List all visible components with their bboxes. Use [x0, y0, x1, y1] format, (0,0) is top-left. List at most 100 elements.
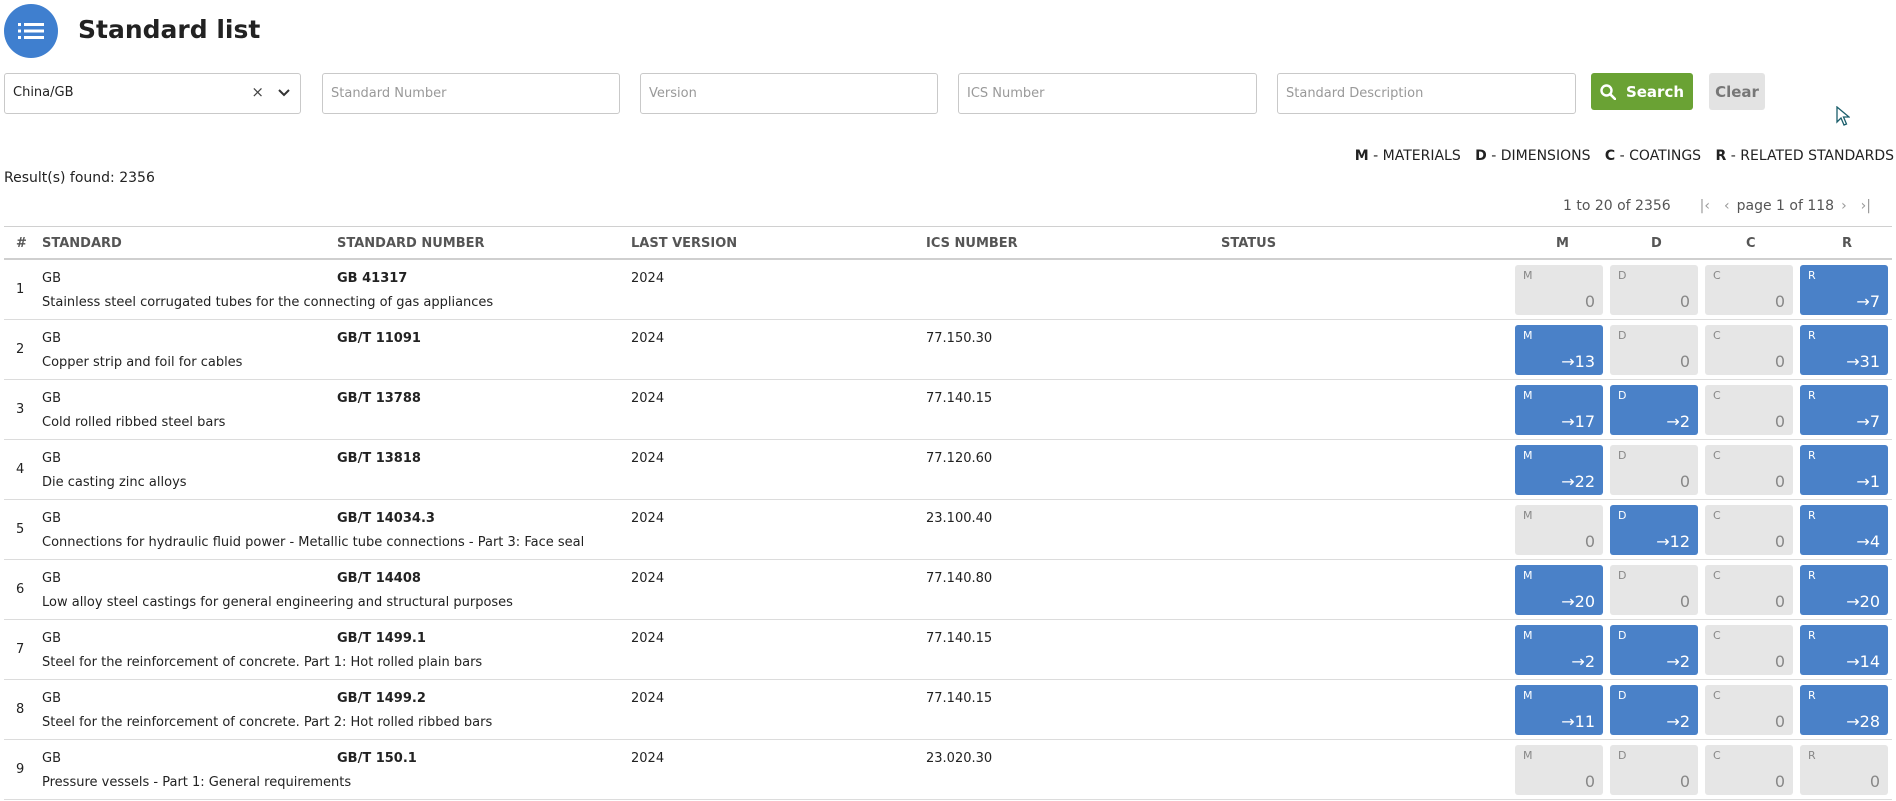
- menu-button[interactable]: [4, 4, 58, 58]
- ics-number-field[interactable]: [958, 73, 1257, 114]
- row-standard-number[interactable]: GB 41317: [337, 271, 407, 286]
- standard-number-field[interactable]: [322, 73, 620, 114]
- count-box-letter: M: [1523, 329, 1533, 342]
- country-select[interactable]: China/GB ×: [4, 73, 301, 114]
- count-box-r: R0: [1800, 745, 1888, 795]
- count-box-m[interactable]: M →20: [1515, 565, 1603, 615]
- legend-d-text: - DIMENSIONS: [1491, 148, 1591, 164]
- row-index: 3: [16, 402, 25, 417]
- row-last-version: 2024: [631, 691, 665, 706]
- count-box-d: D0: [1610, 565, 1698, 615]
- row-standard-number[interactable]: GB/T 1499.1: [337, 631, 426, 646]
- table-row[interactable]: 3 GB Cold rolled ribbed steel bars GB/T 137…: [4, 380, 1892, 440]
- version-field[interactable]: [640, 73, 938, 114]
- count-box-letter: M: [1523, 389, 1533, 402]
- search-button[interactable]: Search: [1591, 73, 1693, 110]
- row-ics-number: 77.140.15: [926, 631, 993, 646]
- count-box-r[interactable]: R →4: [1800, 505, 1888, 555]
- first-page-icon[interactable]: |‹: [1700, 198, 1710, 214]
- row-standard-number[interactable]: GB/T 11091: [337, 331, 421, 346]
- count-box-letter: C: [1713, 569, 1721, 582]
- count-box-value: →11: [1561, 712, 1595, 731]
- row-ics-number: 77.140.15: [926, 691, 993, 706]
- count-box-value: 0: [1584, 772, 1595, 791]
- count-box-r[interactable]: R →28: [1800, 685, 1888, 735]
- table-row[interactable]: 7 GB Steel for the reinforcement of concre…: [4, 620, 1892, 680]
- row-standard-number[interactable]: GB/T 1499.2: [337, 691, 426, 706]
- count-box-letter: D: [1618, 329, 1627, 342]
- description-input[interactable]: [1278, 74, 1575, 113]
- table-header: # STANDARD STANDARD NUMBER LAST VERSION …: [4, 226, 1892, 260]
- count-box-r[interactable]: R →20: [1800, 565, 1888, 615]
- count-box-d[interactable]: D →2: [1610, 685, 1698, 735]
- table-row[interactable]: 5 GB Connections for hydraulic fluid power…: [4, 500, 1892, 560]
- description-field[interactable]: [1277, 73, 1576, 114]
- count-box-d[interactable]: D →2: [1610, 385, 1698, 435]
- count-box-c: C0: [1705, 445, 1793, 495]
- standard-number-input[interactable]: [323, 74, 619, 113]
- clear-selection-icon[interactable]: ×: [251, 83, 264, 101]
- header-index: #: [16, 236, 27, 251]
- version-input[interactable]: [641, 74, 937, 113]
- count-box-r[interactable]: R →31: [1800, 325, 1888, 375]
- count-box-letter: R: [1808, 569, 1816, 582]
- count-box-letter: R: [1808, 629, 1816, 642]
- table-row[interactable]: 6 GB Low alloy steel castings for general …: [4, 560, 1892, 620]
- table-row[interactable]: 1 GB Stainless steel corrugated tubes for …: [4, 260, 1892, 320]
- count-box-r[interactable]: R →7: [1800, 265, 1888, 315]
- row-last-version: 2024: [631, 631, 665, 646]
- last-page-icon[interactable]: ›|: [1861, 198, 1871, 214]
- legend-c-text: - COATINGS: [1619, 148, 1702, 164]
- count-box-value: 0: [1679, 352, 1690, 371]
- count-box-m[interactable]: M →2: [1515, 625, 1603, 675]
- count-box-letter: M: [1523, 509, 1533, 522]
- count-box-r[interactable]: R →7: [1800, 385, 1888, 435]
- row-standard: GB: [42, 631, 61, 646]
- count-box-value: →13: [1561, 352, 1595, 371]
- table-row[interactable]: 9 GB Pressure vessels - Part 1: General re…: [4, 740, 1892, 800]
- row-standard: GB: [42, 511, 61, 526]
- table-row[interactable]: 2 GB Copper strip and foil for cables GB/T …: [4, 320, 1892, 380]
- count-box-c: C0: [1705, 565, 1793, 615]
- table-row[interactable]: 8 GB Steel for the reinforcement of concre…: [4, 680, 1892, 740]
- count-box-value: 0: [1774, 412, 1785, 431]
- count-box-m: M0: [1515, 505, 1603, 555]
- row-standard-number[interactable]: GB/T 14408: [337, 571, 421, 586]
- count-box-d[interactable]: D →12: [1610, 505, 1698, 555]
- row-description: Pressure vessels - Part 1: General requi…: [42, 775, 352, 790]
- row-index: 6: [16, 582, 25, 597]
- next-page-icon[interactable]: ›: [1841, 198, 1847, 214]
- row-last-version: 2024: [631, 751, 665, 766]
- ics-number-input[interactable]: [959, 74, 1256, 113]
- count-box-c: C0: [1705, 385, 1793, 435]
- legend-r-key: R: [1715, 148, 1727, 164]
- count-box-m[interactable]: M →17: [1515, 385, 1603, 435]
- row-standard-number[interactable]: GB/T 13818: [337, 451, 421, 466]
- mouse-cursor-icon: [1836, 106, 1850, 126]
- clear-button[interactable]: Clear: [1709, 73, 1765, 110]
- count-box-r[interactable]: R →1: [1800, 445, 1888, 495]
- chevron-down-icon[interactable]: [278, 86, 290, 101]
- prev-page-icon[interactable]: ‹: [1724, 198, 1730, 214]
- row-standard-number[interactable]: GB/T 13788: [337, 391, 421, 406]
- count-box-c: C0: [1705, 325, 1793, 375]
- count-box-m[interactable]: M →22: [1515, 445, 1603, 495]
- header-m: M: [1556, 236, 1569, 251]
- count-box-r[interactable]: R →14: [1800, 625, 1888, 675]
- count-box-letter: C: [1713, 509, 1721, 522]
- count-box-letter: D: [1618, 749, 1627, 762]
- row-standard-number[interactable]: GB/T 14034.3: [337, 511, 435, 526]
- count-box-value: 0: [1869, 772, 1880, 791]
- results-count: Result(s) found: 2356: [4, 170, 155, 186]
- header-c: C: [1746, 236, 1756, 251]
- count-box-value: →31: [1846, 352, 1880, 371]
- count-box-letter: C: [1713, 449, 1721, 462]
- count-box-d[interactable]: D →2: [1610, 625, 1698, 675]
- count-box-m[interactable]: M →11: [1515, 685, 1603, 735]
- count-box-letter: M: [1523, 269, 1533, 282]
- row-standard-number[interactable]: GB/T 150.1: [337, 751, 417, 766]
- count-box-m[interactable]: M →13: [1515, 325, 1603, 375]
- count-box-value: →22: [1561, 472, 1595, 491]
- legend-m-key: M: [1354, 148, 1369, 164]
- table-row[interactable]: 4 GB Die casting zinc alloys GB/T 13818 2024…: [4, 440, 1892, 500]
